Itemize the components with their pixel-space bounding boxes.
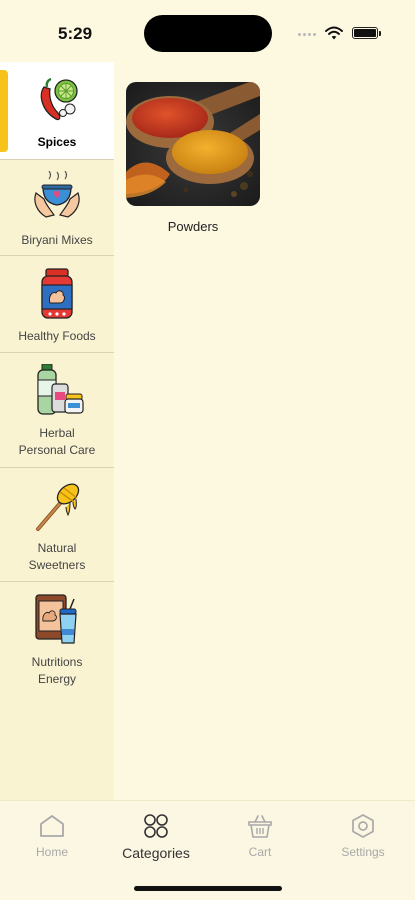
tab-cart[interactable]: Cart	[220, 813, 300, 859]
protein-jar-icon	[29, 266, 85, 322]
sidebar-item-healthy-foods[interactable]: Healthy Foods	[0, 256, 114, 353]
spice-powders-photo	[126, 82, 260, 206]
tab-label: Cart	[248, 845, 272, 859]
home-indicator[interactable]	[134, 886, 282, 891]
home-icon	[40, 815, 64, 837]
sidebar-item-label: Biryani Mixes	[21, 233, 93, 247]
tab-home[interactable]: Home	[12, 813, 92, 859]
wifi-icon	[325, 26, 343, 40]
tab-label: Home	[35, 845, 68, 859]
tab-settings[interactable]: Settings	[323, 813, 403, 859]
battery-icon	[352, 27, 381, 39]
sidebar-item-label: Herbal Personal Care	[18, 426, 96, 457]
sidebar-item-herbal-personal-care[interactable]: Herbal Personal Care	[0, 353, 114, 468]
status-bar: 5:29	[0, 0, 415, 62]
status-time: 5:29	[58, 24, 93, 43]
sidebar-item-biryani-mixes[interactable]: Biryani Mixes	[0, 160, 114, 256]
sidebar-item-natural-sweetners[interactable]: Natural Sweetners	[0, 468, 114, 582]
bottom-tab-bar: Home Categories Cart Settings	[0, 800, 415, 900]
cellular-signal-icon	[298, 33, 318, 37]
tab-categories[interactable]: Categories	[116, 813, 196, 861]
category-sidebar: Spices Biryani Mixes Healthy Foods Herba…	[0, 62, 114, 800]
sidebar-item-spices[interactable]: Spices	[0, 62, 114, 160]
sidebar-item-label: Spices	[37, 135, 77, 149]
settings-icon	[352, 814, 374, 838]
sidebar-item-label: Nutritions Energy	[31, 655, 83, 686]
subcategory-grid: Powders	[114, 62, 415, 800]
sidebar-item-label: Natural Sweetners	[28, 541, 86, 572]
grid-circles-icon	[144, 814, 168, 838]
active-indicator	[0, 70, 8, 152]
honey-dipper-icon	[29, 478, 85, 534]
sidebar-item-nutritions-energy[interactable]: Nutritions Energy	[0, 582, 114, 696]
basket-icon	[248, 815, 272, 838]
tab-label: Settings	[341, 845, 385, 859]
sidebar-item-label: Healthy Foods	[18, 329, 96, 343]
biryani-bowl-icon	[29, 170, 85, 226]
dynamic-island	[144, 15, 272, 52]
chili-lime-icon	[29, 72, 85, 128]
cosmetics-icon	[29, 363, 85, 419]
subcategory-label: Powders	[167, 219, 219, 234]
energy-drink-icon	[29, 592, 85, 648]
subcategory-tile-powders[interactable]: Powders	[126, 82, 260, 234]
tab-label: Categories	[122, 845, 190, 861]
